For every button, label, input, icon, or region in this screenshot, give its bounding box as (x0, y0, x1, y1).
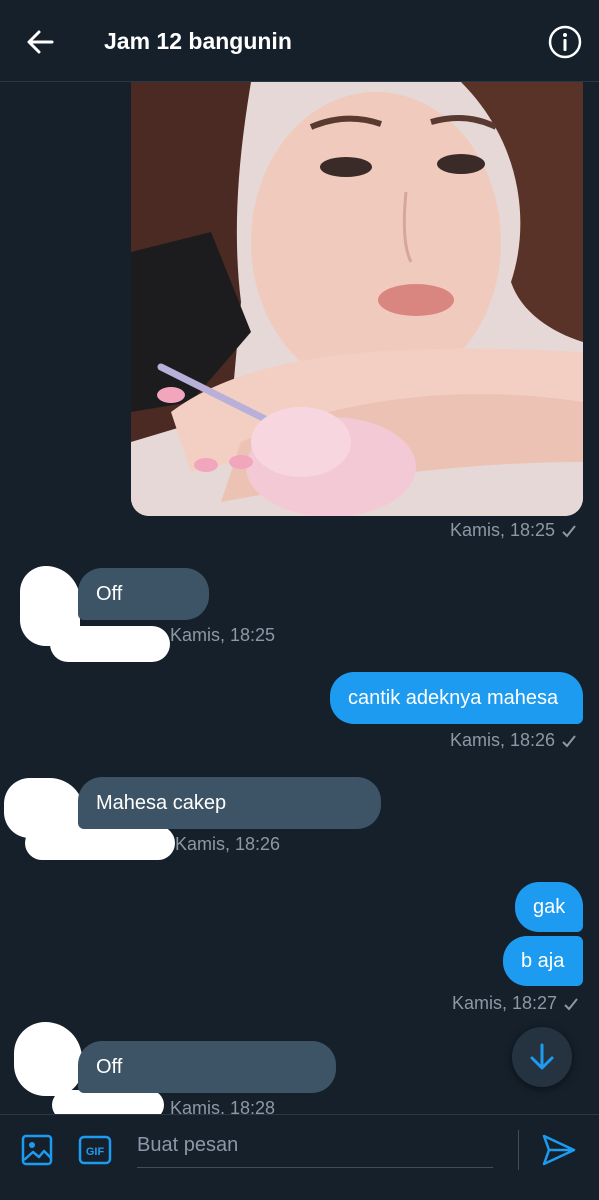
arrow-left-icon (27, 30, 54, 54)
chat-header: Jam 12 bangunin (0, 0, 599, 82)
back-button[interactable] (22, 24, 58, 60)
message-timestamp: Kamis, 18:26 (175, 834, 281, 854)
message-bubble-out[interactable]: cantik adeknya mahesa (330, 672, 583, 724)
message-bubble-in[interactable]: Off (78, 1041, 336, 1093)
message-bubble-in[interactable]: Mahesa cakep (78, 777, 381, 829)
message-timestamp: Kamis, 18:25 (170, 625, 276, 645)
gif-icon: GIF (78, 1135, 112, 1165)
conversation-title[interactable]: Jam 12 bangunin (104, 28, 292, 55)
photo-illustration (131, 82, 583, 516)
message-text: Off (96, 1055, 123, 1078)
message-timestamp: Kamis, 18:27 (452, 993, 579, 1014)
message-bubble-in[interactable]: Off (78, 568, 209, 620)
send-icon (542, 1134, 576, 1166)
message-text: b aja (521, 949, 565, 972)
redaction-mark (50, 626, 170, 662)
add-media-button[interactable] (20, 1133, 54, 1167)
message-input[interactable] (137, 1124, 493, 1168)
message-text: gak (533, 895, 566, 918)
message-timestamp: Kamis, 18:26 (450, 730, 577, 751)
message-bubble-out[interactable]: gak (515, 882, 583, 932)
arrow-down-icon (530, 1043, 554, 1070)
sent-check-icon (562, 525, 576, 538)
message-text: Off (96, 582, 123, 605)
timestamp-text: Kamis, 18:27 (452, 993, 558, 1013)
message-timestamp: Kamis, 18:25 (450, 520, 577, 541)
redaction-mark (25, 826, 175, 860)
timestamp-text: Kamis, 18:25 (450, 520, 556, 540)
message-text: Mahesa cakep (96, 791, 227, 814)
message-bubble-out[interactable]: b aja (503, 936, 583, 986)
image-icon (21, 1134, 53, 1166)
sent-check-icon (562, 735, 576, 748)
avatar[interactable] (14, 1022, 82, 1096)
scroll-to-bottom-button[interactable] (512, 1027, 572, 1087)
gif-label: GIF (86, 1146, 105, 1158)
add-gif-button[interactable]: GIF (78, 1133, 112, 1167)
composer-divider (518, 1130, 519, 1170)
info-icon (548, 25, 582, 59)
timestamp-text: Kamis, 18:26 (450, 730, 556, 750)
sent-photo[interactable] (131, 82, 583, 516)
info-button[interactable] (546, 23, 584, 61)
message-text: cantik adeknya mahesa (348, 686, 559, 709)
sent-check-icon (564, 998, 578, 1011)
send-button[interactable] (540, 1132, 578, 1168)
